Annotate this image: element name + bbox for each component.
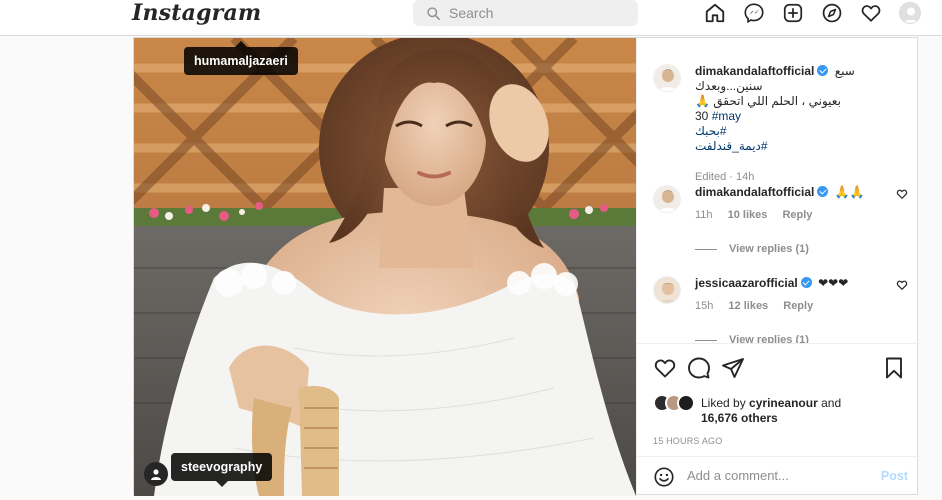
- post-container: humamaljazaeri steevography dimakandalaf…: [133, 37, 920, 496]
- verified-icon: [817, 65, 829, 76]
- post-side-panel: dimakandalaftofficial سبع سنين...وبعدك ب…: [636, 38, 920, 496]
- hashtag-link[interactable]: #ديمة_قندلفت: [695, 139, 768, 153]
- comment-text: jessicaazarofficial ❤❤❤ 15h 12 likes Rep…: [695, 276, 895, 314]
- hashtag-link[interactable]: #بحبك: [695, 124, 727, 138]
- caption-username[interactable]: dimakandalaftofficial: [695, 64, 814, 78]
- view-replies-label[interactable]: View replies (1): [729, 243, 809, 255]
- liked-by-and: and: [821, 396, 842, 410]
- comment-time[interactable]: 15h: [695, 300, 713, 312]
- view-replies-label[interactable]: View replies (1): [729, 334, 809, 343]
- avatar[interactable]: [653, 276, 681, 304]
- explore-icon[interactable]: [820, 1, 844, 25]
- likes-text: Liked by cyrineanour and 16,676 others: [701, 396, 841, 426]
- comment-body: 🙏🙏: [834, 185, 865, 199]
- view-replies-button[interactable]: View replies (1): [695, 243, 809, 255]
- post-timestamp[interactable]: 15 HOURS AGO: [653, 436, 722, 446]
- reply-button[interactable]: Reply: [783, 300, 813, 312]
- liker-avatars[interactable]: [653, 394, 697, 414]
- comment-body: ❤❤❤: [818, 276, 849, 290]
- edited-label: Edited · 14h: [695, 171, 755, 183]
- photo-illustration: [134, 38, 636, 496]
- comment-like-heart-icon[interactable]: [896, 188, 908, 200]
- new-post-icon[interactable]: [781, 1, 805, 25]
- caption-meta: Edited · 14h: [695, 170, 895, 185]
- person-icon: [151, 469, 161, 480]
- search-input[interactable]: [449, 5, 619, 21]
- profile-avatar[interactable]: [898, 1, 922, 25]
- divider: [695, 248, 717, 250]
- comment-likes[interactable]: 12 likes: [728, 300, 768, 312]
- add-comment-input[interactable]: [687, 468, 867, 483]
- likes-summary: Liked by cyrineanour and 16,676 others: [653, 394, 908, 426]
- verified-icon: [817, 186, 829, 197]
- photo-tag-bottom[interactable]: steevography: [171, 453, 273, 487]
- comment-like-heart-icon[interactable]: [896, 279, 908, 291]
- share-paper-plane-icon[interactable]: [721, 356, 745, 380]
- post-comment-button[interactable]: Post: [881, 469, 908, 483]
- liked-by-user-link[interactable]: cyrineanour: [749, 396, 818, 410]
- reply-button[interactable]: Reply: [782, 209, 812, 221]
- post-actions-section: Liked by cyrineanour and 16,676 others 1…: [637, 343, 920, 496]
- comment-username[interactable]: dimakandalaftofficial: [695, 185, 814, 199]
- verified-icon: [800, 277, 812, 288]
- activity-heart-icon[interactable]: [859, 1, 883, 25]
- caption-line2: بعيوني ، الحلم اللي اتحقق 🙏: [695, 94, 841, 108]
- comment-likes[interactable]: 10 likes: [728, 209, 768, 221]
- view-replies-button[interactable]: View replies (1): [695, 334, 809, 343]
- comment-row: jessicaazarofficial ❤❤❤ 15h 12 likes Rep…: [653, 276, 908, 343]
- comment-meta: 15h 12 likes Reply: [695, 299, 895, 314]
- nav-icons: [703, 1, 937, 25]
- top-navbar: Instagram: [0, 0, 942, 36]
- post-photo[interactable]: humamaljazaeri steevography: [134, 38, 636, 496]
- divider: [695, 339, 717, 341]
- comment-username[interactable]: jessicaazarofficial: [695, 276, 798, 290]
- user-tags-button[interactable]: [144, 462, 168, 486]
- photo-tag-top[interactable]: humamaljazaeri: [184, 41, 298, 75]
- search-box[interactable]: [413, 0, 638, 26]
- hashtag-link[interactable]: #may: [712, 109, 741, 123]
- avatar[interactable]: [653, 64, 681, 92]
- comment-row: dimakandalaftofficial 🙏🙏 11h 10 likes Re…: [653, 185, 908, 265]
- caption-line3-num: 30: [695, 109, 709, 123]
- avatar[interactable]: [899, 2, 921, 24]
- comment-text: dimakandalaftofficial 🙏🙏 11h 10 likes Re…: [695, 185, 895, 223]
- comment-bubble-icon[interactable]: [687, 356, 711, 380]
- avatar[interactable]: [653, 185, 681, 213]
- comment-time[interactable]: 11h: [695, 209, 713, 221]
- add-comment-bar: Post: [637, 456, 920, 497]
- comment-meta: 11h 10 likes Reply: [695, 208, 895, 223]
- like-heart-icon[interactable]: [653, 356, 677, 380]
- home-icon[interactable]: [703, 1, 727, 25]
- liked-by-others-link[interactable]: 16,676 others: [701, 411, 778, 425]
- liked-by-prefix: Liked by: [701, 396, 746, 410]
- emoji-icon[interactable]: [653, 466, 675, 488]
- instagram-logo[interactable]: Instagram: [132, 0, 261, 26]
- comments-list[interactable]: dimakandalaftofficial سبع سنين...وبعدك ب…: [637, 38, 920, 343]
- avatar[interactable]: [677, 394, 695, 412]
- action-icons-row: [653, 356, 906, 380]
- messenger-icon[interactable]: [742, 1, 766, 25]
- save-bookmark-icon[interactable]: [882, 356, 906, 380]
- caption-text: dimakandalaftofficial سبع سنين...وبعدك ب…: [695, 64, 895, 185]
- search-icon: [427, 6, 440, 20]
- caption-row: dimakandalaftofficial سبع سنين...وبعدك ب…: [653, 64, 908, 183]
